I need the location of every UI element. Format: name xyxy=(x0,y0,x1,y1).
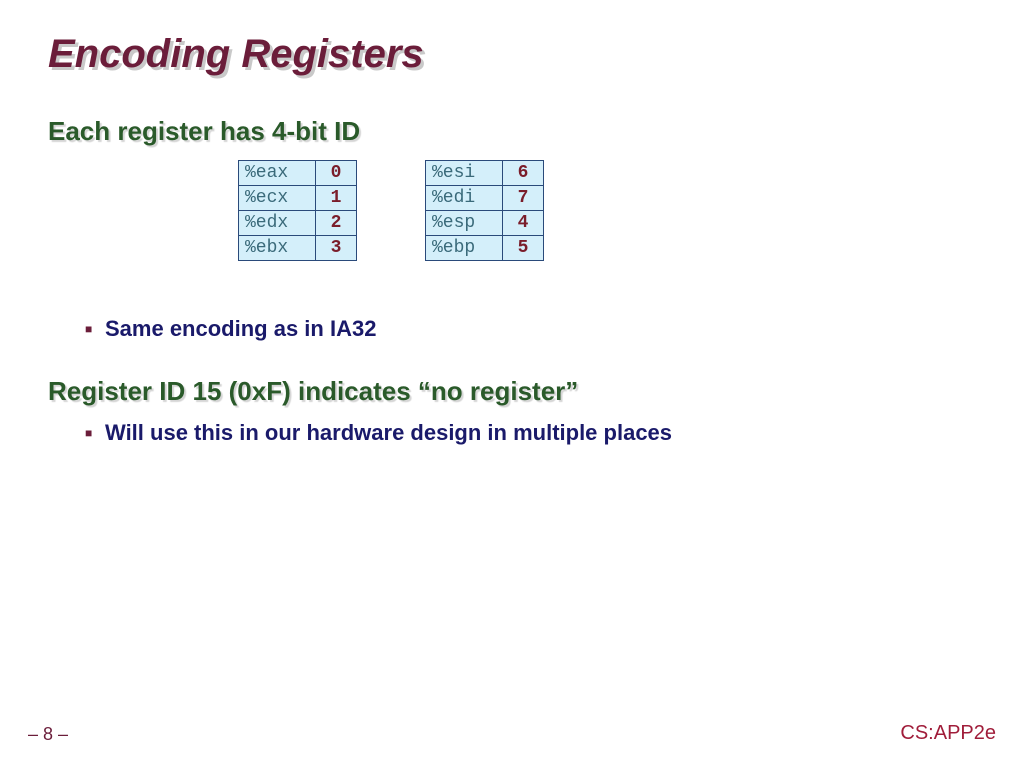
reg-id: 3 xyxy=(316,236,357,261)
bullet-2: Will use this in our hardware design in … xyxy=(105,420,672,446)
table-row: %esp4 xyxy=(426,211,544,236)
reg-name: %esi xyxy=(426,161,503,186)
table-row: %ebp5 xyxy=(426,236,544,261)
reg-id: 2 xyxy=(316,211,357,236)
reg-id: 5 xyxy=(503,236,544,261)
register-tables: %eax0 %ecx1 %edx2 %ebx3 %esi6 %edi7 %esp… xyxy=(238,160,544,261)
footer-label: CS:APP2e xyxy=(900,722,996,745)
reg-id: 7 xyxy=(503,186,544,211)
table-row: %edi7 xyxy=(426,186,544,211)
slide-title: Encoding Registers xyxy=(48,32,424,77)
reg-name: %edi xyxy=(426,186,503,211)
table-row: %edx2 xyxy=(239,211,357,236)
register-table-left: %eax0 %ecx1 %edx2 %ebx3 xyxy=(238,160,357,261)
reg-id: 0 xyxy=(316,161,357,186)
table-row: %ebx3 xyxy=(239,236,357,261)
reg-name: %ecx xyxy=(239,186,316,211)
table-row: %ecx1 xyxy=(239,186,357,211)
reg-name: %ebp xyxy=(426,236,503,261)
reg-name: %eax xyxy=(239,161,316,186)
table-row: %eax0 xyxy=(239,161,357,186)
subheading-1: Each register has 4-bit ID xyxy=(48,116,360,147)
table-row: %esi6 xyxy=(426,161,544,186)
bullet-1: Same encoding as in IA32 xyxy=(105,316,376,342)
reg-id: 1 xyxy=(316,186,357,211)
reg-name: %ebx xyxy=(239,236,316,261)
page-number: – 8 – xyxy=(28,724,68,745)
reg-id: 6 xyxy=(503,161,544,186)
reg-name: %edx xyxy=(239,211,316,236)
subheading-2: Register ID 15 (0xF) indicates “no regis… xyxy=(48,376,578,407)
register-table-right: %esi6 %edi7 %esp4 %ebp5 xyxy=(425,160,544,261)
reg-id: 4 xyxy=(503,211,544,236)
reg-name: %esp xyxy=(426,211,503,236)
